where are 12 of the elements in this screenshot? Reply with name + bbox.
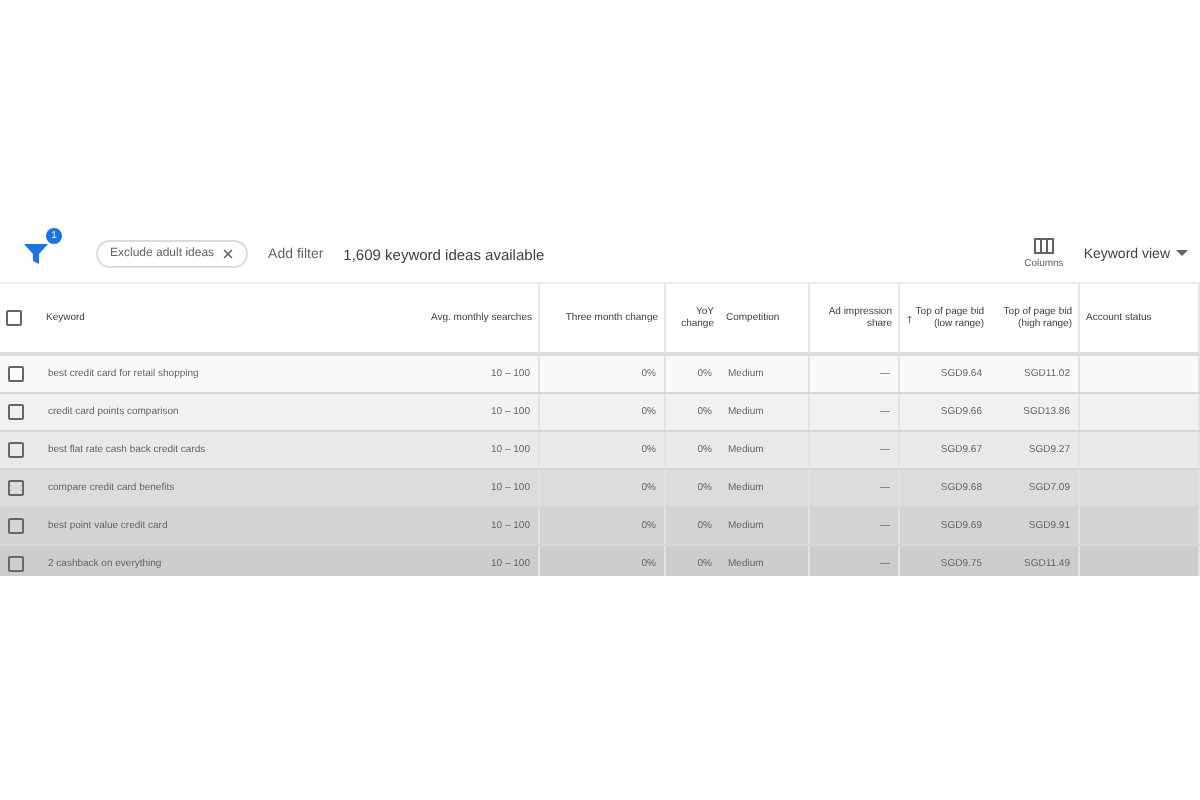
row-checkbox[interactable] xyxy=(8,442,24,458)
row-checkbox[interactable] xyxy=(8,480,24,496)
caret-icon xyxy=(1176,250,1188,258)
row-checkbox[interactable] xyxy=(8,404,24,420)
filter-icon[interactable] xyxy=(20,238,52,270)
row-checkbox[interactable] xyxy=(8,518,24,534)
select-all-checkbox[interactable] xyxy=(6,310,22,326)
close-icon[interactable] xyxy=(222,248,235,260)
row-checkbox[interactable] xyxy=(8,556,24,572)
columns-icon xyxy=(1033,238,1054,254)
row-checkbox[interactable] xyxy=(8,366,24,382)
sort-arrow-icon[interactable] xyxy=(906,311,914,325)
